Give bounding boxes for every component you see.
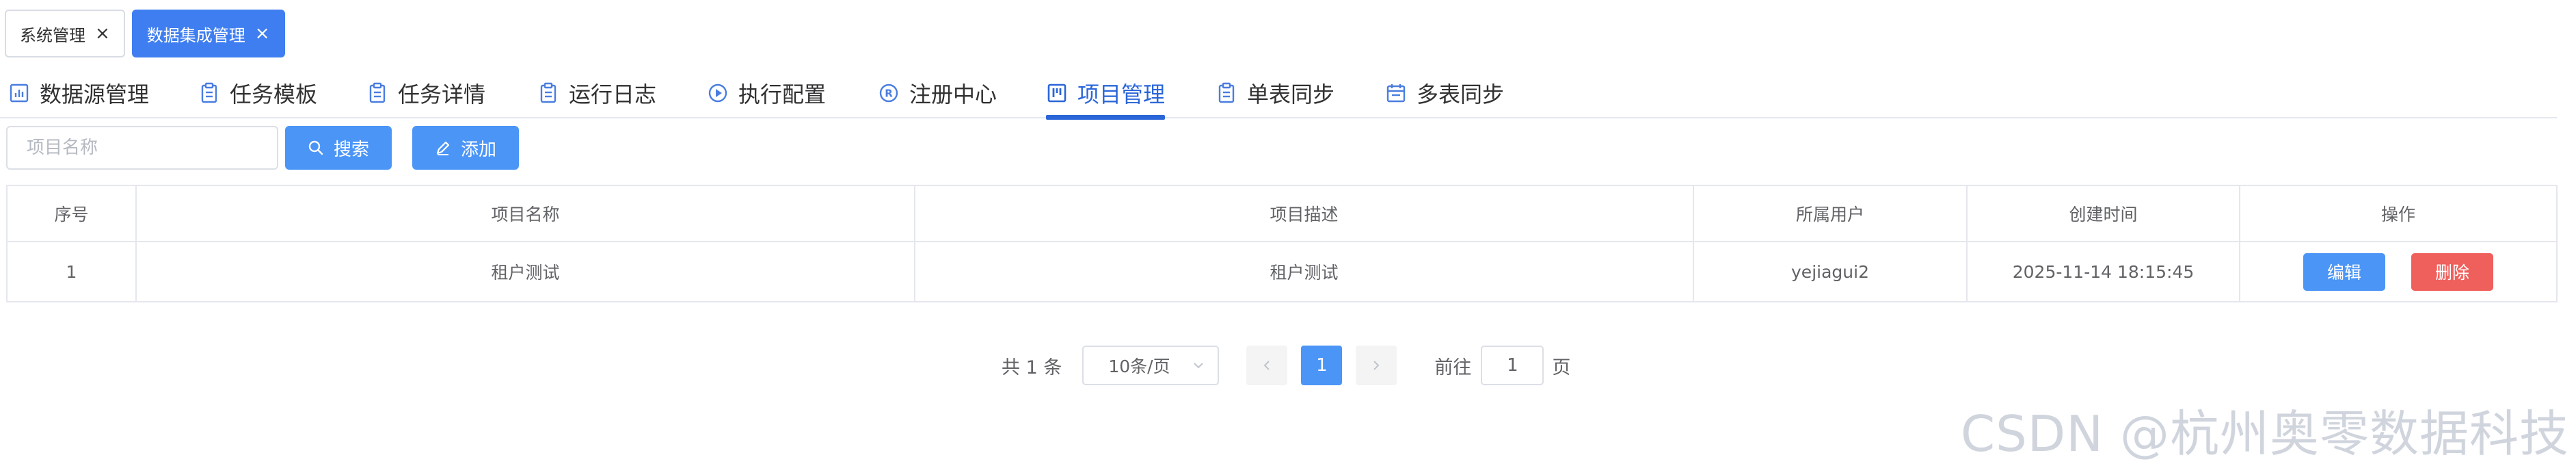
column-header-actions: 操作: [2239, 185, 2558, 242]
tab-multi-table-sync[interactable]: 多表同步: [1385, 67, 1504, 118]
search-button[interactable]: 搜索: [285, 126, 392, 170]
clipboard-icon: [540, 82, 556, 103]
page-size-select[interactable]: 10条/页: [1082, 346, 1220, 385]
tab-label: 单表同步: [1247, 81, 1335, 107]
tab-single-table-sync[interactable]: 单表同步: [1216, 67, 1334, 118]
cell-name: 租户测试: [135, 241, 915, 302]
tab-exec-config[interactable]: 执行配置: [707, 67, 826, 118]
page-tags-bar: 系统管理 × 数据集成管理 ×: [5, 10, 285, 57]
tab-label: 数据源管理: [40, 81, 150, 107]
search-icon: [308, 140, 323, 155]
tab-label: 注册中心: [909, 81, 997, 107]
goto-suffix: 页: [1552, 357, 1571, 378]
bar-chart-icon: [10, 83, 29, 102]
goto-label: 前往: [1434, 357, 1472, 378]
goto-page-input[interactable]: [1481, 346, 1544, 385]
tab-label: 任务详情: [398, 81, 486, 107]
clipboard-icon: [369, 82, 386, 103]
page-tag-label: 数据集成管理: [146, 25, 245, 45]
cell-owner: yejiagui2: [1693, 241, 1968, 302]
tab-task-detail[interactable]: 任务详情: [366, 67, 485, 118]
prev-page-button[interactable]: [1246, 346, 1288, 385]
clipboard-icon: [1218, 82, 1235, 103]
add-button[interactable]: 添加: [412, 126, 519, 170]
column-header-created: 创建时间: [1966, 185, 2240, 242]
cell-created: 2025-11-14 18:15:45: [1966, 241, 2240, 302]
cell-description: 租户测试: [914, 241, 1694, 302]
chevron-left-icon: [1263, 361, 1270, 370]
tab-label: 执行配置: [738, 81, 827, 107]
tab-project-management[interactable]: 项目管理: [1046, 67, 1166, 120]
project-name-search-input[interactable]: [6, 126, 278, 170]
edit-button[interactable]: 编辑: [2303, 253, 2386, 291]
tab-label: 运行日志: [569, 81, 657, 107]
table-header-row: 序号 项目名称 项目描述 所属用户 创建时间 操作: [6, 185, 2558, 242]
tab-run-log[interactable]: 运行日志: [537, 67, 656, 118]
search-button-label: 搜索: [333, 139, 369, 160]
table-row: 1 租户测试 租户测试 yejiagui2 2025-11-14 18:15:4…: [6, 241, 2558, 302]
total-count: 共 1 条: [1002, 357, 1062, 378]
column-header-name: 项目名称: [135, 185, 915, 242]
chevron-down-icon: [1194, 363, 1204, 369]
tab-label: 项目管理: [1077, 81, 1166, 107]
cell-actions: 编辑 删除: [2239, 241, 2558, 302]
cell-index: 1: [6, 241, 137, 302]
tab-label: 任务模板: [230, 81, 318, 107]
next-page-button[interactable]: [1356, 346, 1397, 385]
toolbar: 搜索 添加: [6, 126, 519, 170]
project-table: 序号 项目名称 项目描述 所属用户 创建时间 操作 1 租户测试 租户测试 ye…: [6, 185, 2558, 302]
column-header-owner: 所属用户: [1693, 185, 1968, 242]
column-header-index: 序号: [6, 185, 137, 242]
close-icon[interactable]: ×: [255, 25, 270, 42]
page-tag-data-integration[interactable]: 数据集成管理 ×: [131, 10, 285, 57]
page-number-current[interactable]: 1: [1301, 346, 1343, 385]
tab-task-template[interactable]: 任务模板: [198, 67, 317, 118]
page-size-value: 10条/页: [1108, 357, 1170, 376]
edit-icon: [436, 141, 450, 155]
watermark: CSDN @杭州奥零数据科技: [1960, 405, 2569, 463]
module-tabs: 数据源管理 任务模板 任务详情 运行日志 执行配置 R 注册中心 项目管理 单表…: [0, 67, 2557, 120]
registered-icon: R: [879, 83, 898, 102]
play-circle-icon: [708, 83, 727, 102]
chevron-right-icon: [1373, 361, 1380, 370]
add-button-label: 添加: [460, 139, 496, 160]
tab-label: 多表同步: [1417, 81, 1505, 107]
pagination: 共 1 条 10条/页 1 前往 页: [1002, 346, 1570, 385]
tab-datasource[interactable]: 数据源管理: [8, 67, 149, 118]
page-tag-system[interactable]: 系统管理 ×: [5, 10, 125, 57]
calendar-icon: [1386, 83, 1406, 102]
tab-registry[interactable]: R 注册中心: [878, 67, 997, 118]
page-tag-label: 系统管理: [20, 25, 85, 45]
svg-text:R: R: [885, 87, 893, 99]
close-icon[interactable]: ×: [95, 25, 110, 42]
column-header-description: 项目描述: [914, 185, 1694, 242]
kanban-icon: [1047, 83, 1066, 102]
delete-button[interactable]: 删除: [2411, 253, 2493, 291]
clipboard-icon: [201, 82, 217, 103]
